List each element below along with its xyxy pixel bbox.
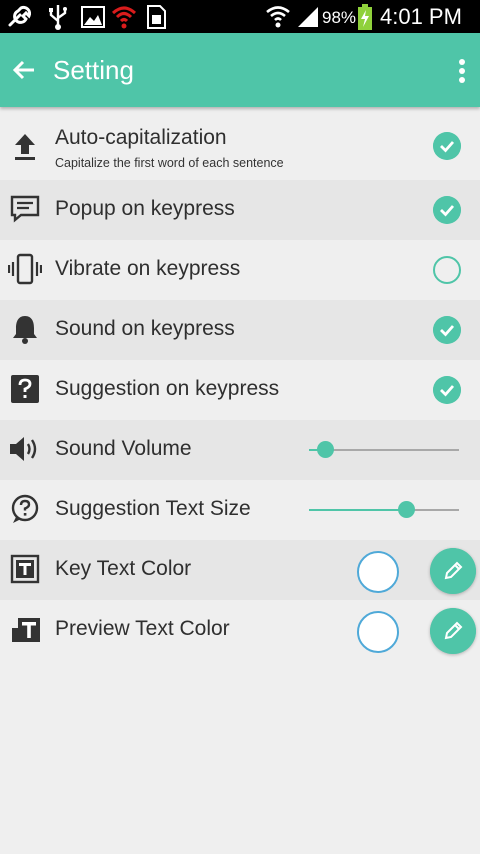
setting-label: Vibrate on keypress xyxy=(55,257,241,280)
color-swatch[interactable] xyxy=(357,551,399,593)
battery-percent: 98% xyxy=(322,8,357,27)
edit-color-button[interactable] xyxy=(430,608,476,654)
sim-card-icon xyxy=(147,5,166,29)
page-title: Setting xyxy=(53,55,134,85)
setting-label: Auto-capitalization xyxy=(55,126,227,149)
speaker-icon xyxy=(10,437,37,461)
setting-label: Preview Text Color xyxy=(55,617,230,640)
text-box-icon xyxy=(10,554,40,584)
message-icon xyxy=(10,195,40,223)
wifi-alert-icon xyxy=(111,6,137,29)
usb-icon xyxy=(49,5,67,30)
more-vert-icon[interactable] xyxy=(452,55,472,87)
slider-fill xyxy=(309,509,407,511)
status-bar: 98% 4:01 PM xyxy=(0,0,480,33)
text-preview-icon xyxy=(12,618,40,642)
setting-key-text-color: Key Text Color xyxy=(0,540,480,600)
slider-thumb[interactable] xyxy=(317,441,334,458)
setting-suggestion-on-keypress[interactable]: Suggestion on keypress xyxy=(0,360,480,420)
checkbox-unchecked[interactable] xyxy=(433,256,461,284)
clock: 4:01 PM xyxy=(380,4,462,29)
setting-label: Sound Volume xyxy=(55,437,192,460)
setting-label: Sound on keypress xyxy=(55,317,235,340)
bell-icon xyxy=(13,316,37,344)
setting-preview-text-color: Preview Text Color xyxy=(0,600,480,660)
setting-label: Suggestion on keypress xyxy=(55,377,280,400)
setting-vibrate-on-keypress[interactable]: Vibrate on keypress xyxy=(0,240,480,300)
color-swatch[interactable] xyxy=(357,611,399,653)
checkbox-checked-icon[interactable] xyxy=(433,196,461,224)
upload-icon xyxy=(15,134,35,160)
setting-label: Suggestion Text Size xyxy=(55,497,251,520)
wrench-icon xyxy=(8,5,32,27)
checkbox-checked-icon[interactable] xyxy=(433,132,461,160)
help-bubble-icon xyxy=(11,494,39,523)
image-icon xyxy=(81,6,105,28)
setting-label: Popup on keypress xyxy=(55,197,235,220)
arrow-back-icon[interactable] xyxy=(8,54,40,86)
text-size-slider[interactable] xyxy=(309,501,459,518)
checkbox-checked-icon[interactable] xyxy=(433,316,461,344)
wifi-icon xyxy=(266,6,290,28)
battery-charging-icon xyxy=(358,4,372,30)
setting-sound-volume: Sound Volume xyxy=(0,420,480,480)
setting-sound-on-keypress[interactable]: Sound on keypress xyxy=(0,300,480,360)
volume-slider[interactable] xyxy=(309,441,459,458)
slider-thumb[interactable] xyxy=(398,501,415,518)
edit-color-button[interactable] xyxy=(430,548,476,594)
checkbox-checked-icon[interactable] xyxy=(433,376,461,404)
setting-popup-on-keypress[interactable]: Popup on keypress xyxy=(0,180,480,240)
help-box-icon xyxy=(11,375,39,403)
setting-suggestion-text-size: Suggestion Text Size xyxy=(0,480,480,540)
app-bar: Setting xyxy=(0,33,480,107)
setting-auto-capitalization[interactable]: Auto-capitalization Capitalize the first… xyxy=(0,108,480,180)
signal-icon xyxy=(298,7,318,27)
settings-list: Auto-capitalization Capitalize the first… xyxy=(0,108,480,660)
setting-description: Capitalize the first word of each senten… xyxy=(55,156,284,170)
setting-label: Key Text Color xyxy=(55,557,192,580)
vibrate-icon xyxy=(8,253,42,285)
